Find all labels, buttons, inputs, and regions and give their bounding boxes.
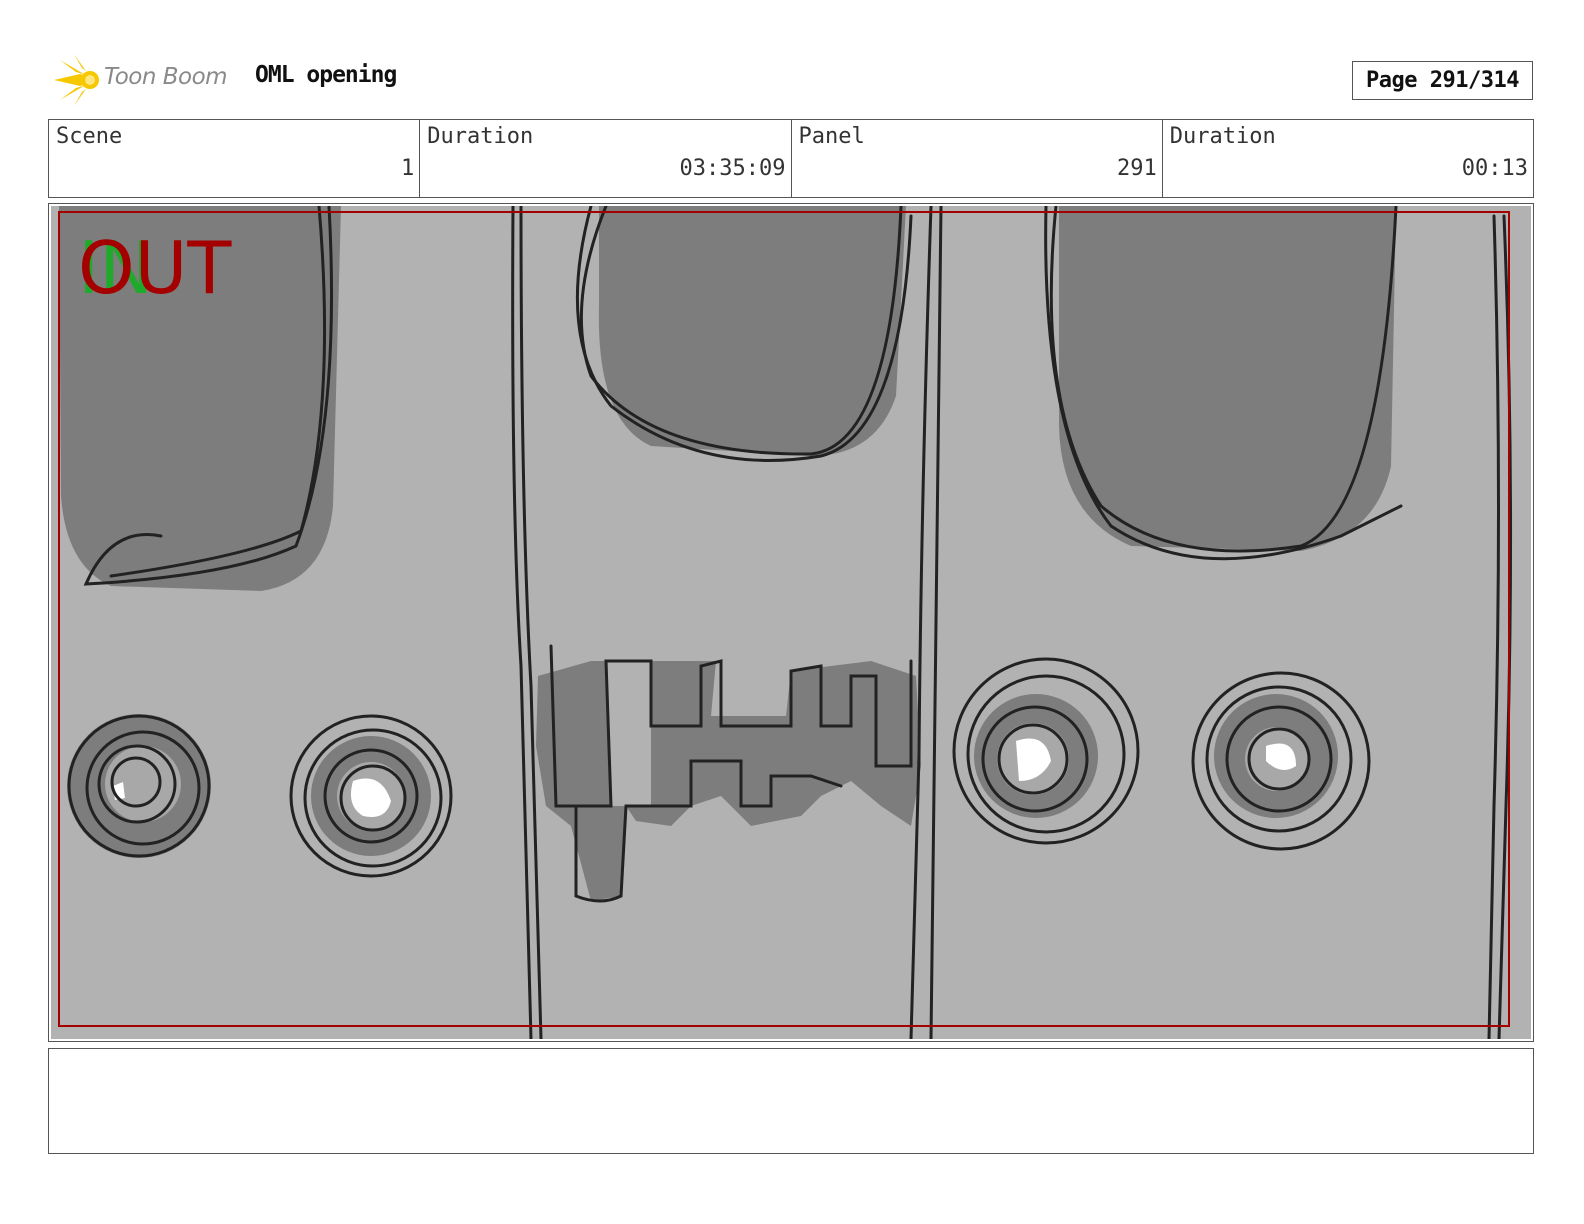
- scene-duration-value: 03:35:09: [679, 156, 786, 181]
- scene-label: Scene: [56, 124, 123, 149]
- logo-text: Toon Boom: [104, 64, 228, 90]
- page-indicator: Page 291/314: [1352, 61, 1533, 100]
- scene-cell: Scene 1: [49, 120, 421, 197]
- scene-duration-cell: Duration 03:35:09: [420, 120, 792, 197]
- scene-value: 1: [401, 156, 415, 181]
- panel-cell: Panel 291: [792, 120, 1163, 197]
- page-label: Page 291/314: [1366, 68, 1519, 93]
- scene-duration-label: Duration: [427, 124, 534, 149]
- notes-box: [48, 1048, 1534, 1154]
- panel-duration-label: Duration: [1169, 124, 1276, 149]
- panel-sketch-image: [51, 206, 1531, 1039]
- panel-duration-cell: Duration 00:13: [1163, 120, 1533, 197]
- project-title: OML opening: [255, 62, 397, 88]
- panel-label: Panel: [798, 124, 865, 149]
- panel-info-table: Scene 1 Duration 03:35:09 Panel 291 Dura…: [48, 119, 1534, 198]
- panel-value: 291: [1117, 156, 1157, 181]
- storyboard-panel: [48, 203, 1534, 1042]
- panel-duration-value: 00:13: [1461, 156, 1528, 181]
- out-marker: OUT: [78, 226, 232, 310]
